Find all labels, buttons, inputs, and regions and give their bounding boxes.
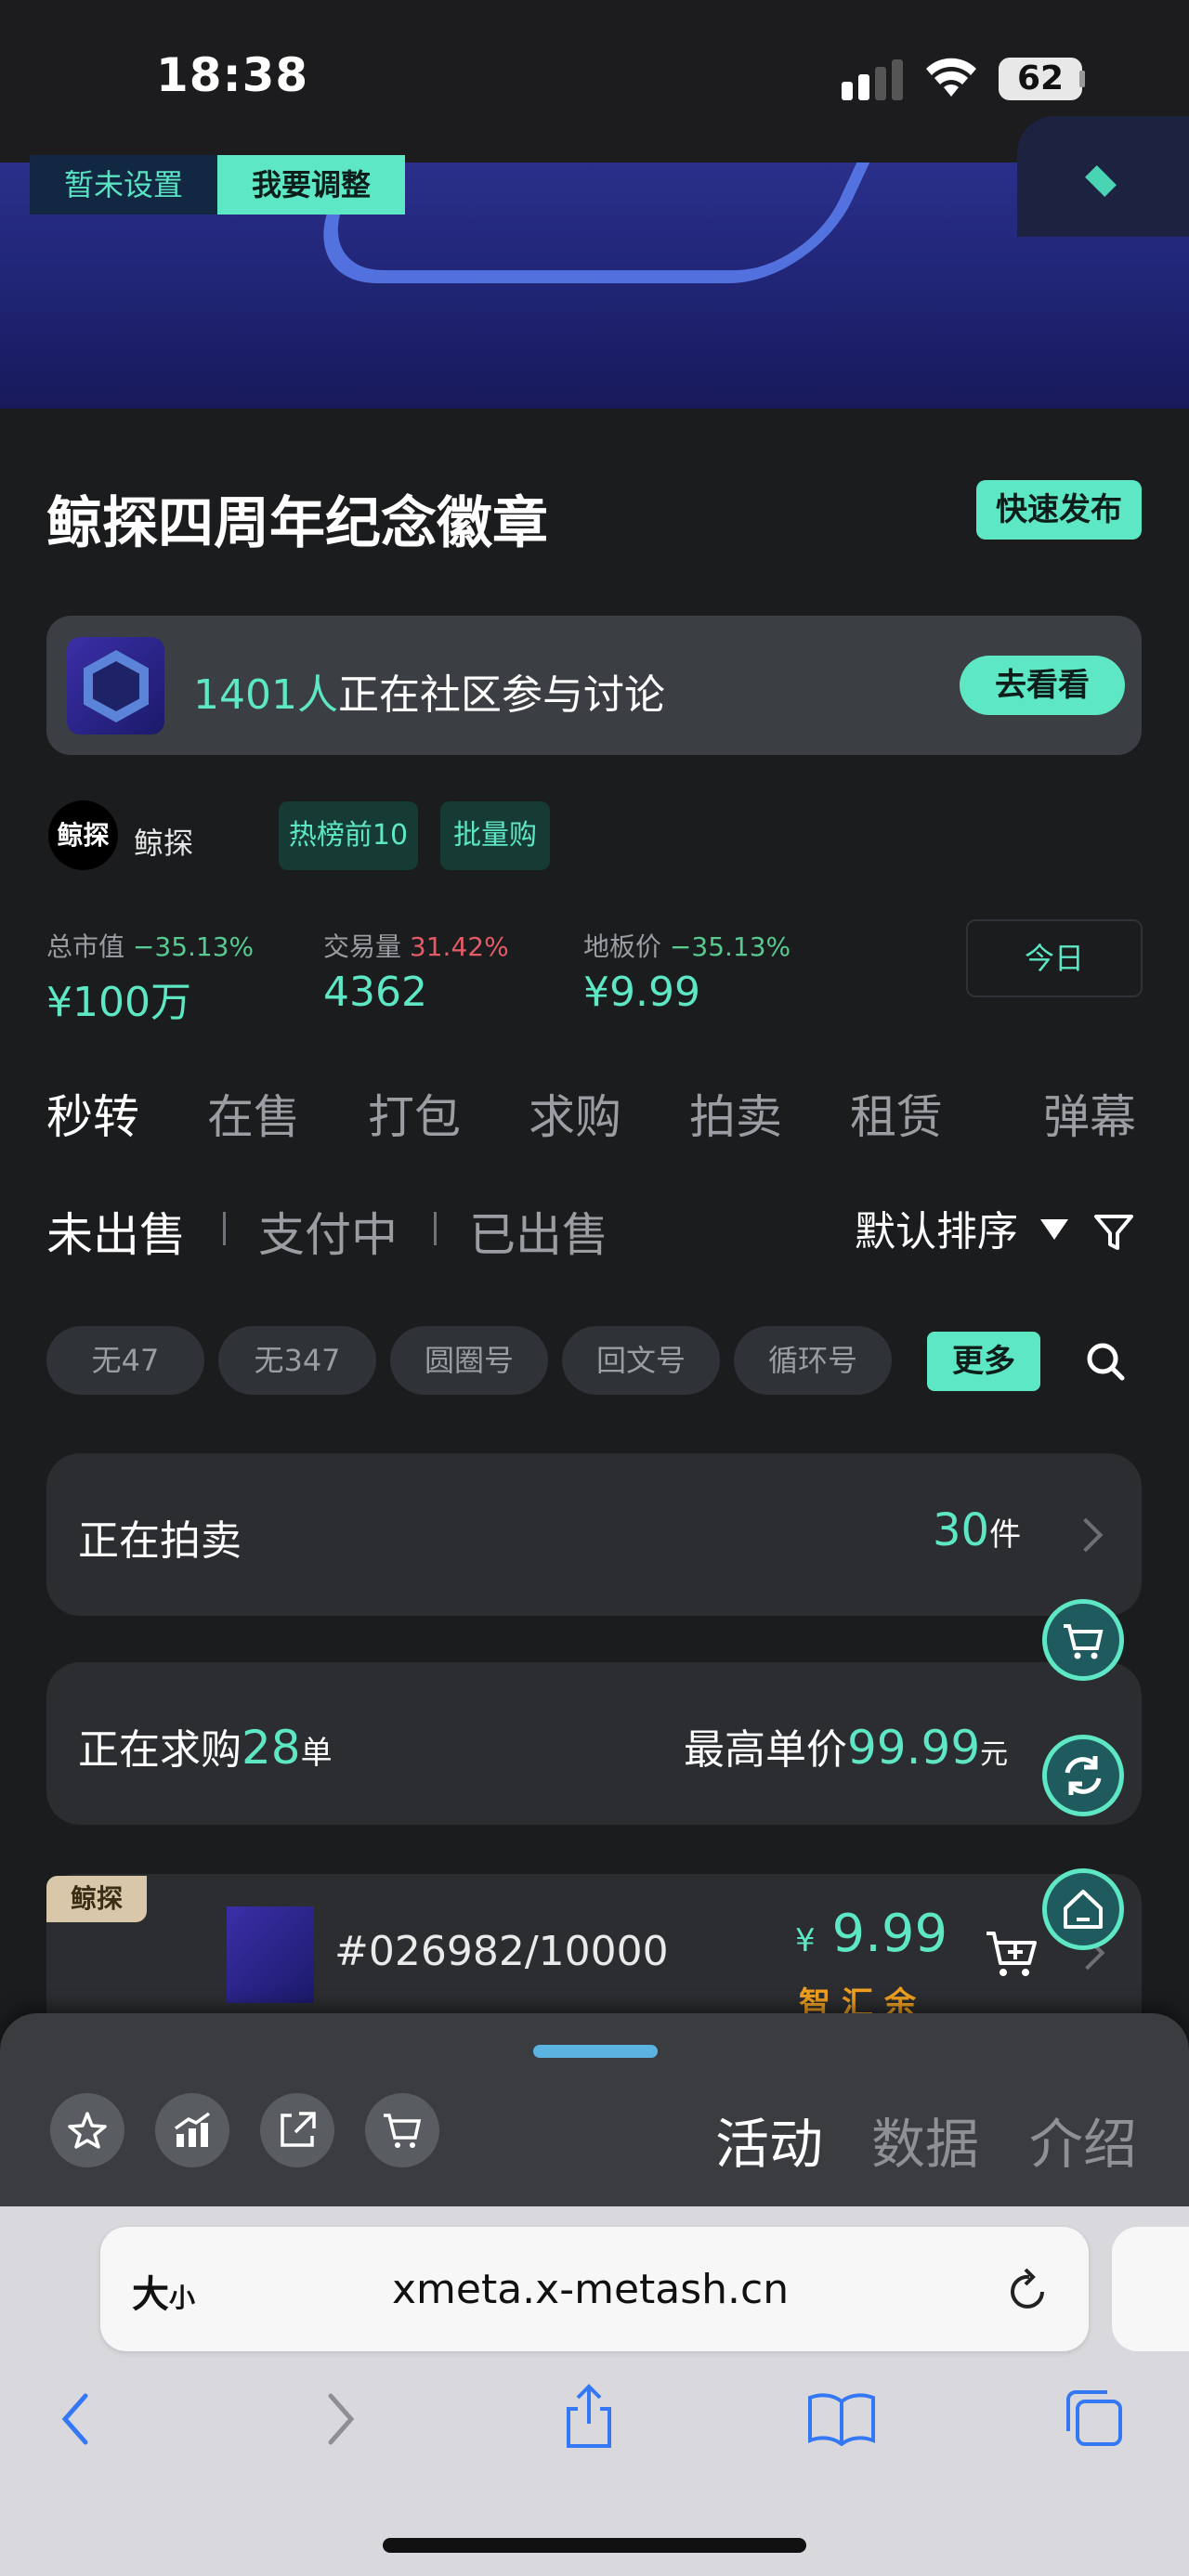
filter-chip[interactable]: 圆圈号 (390, 1326, 548, 1395)
filter-chip[interactable]: 无47 (46, 1326, 204, 1395)
quick-publish-button[interactable]: 快速发布 (976, 480, 1142, 540)
subtab-unsold[interactable]: 未出售 (46, 1198, 186, 1265)
favorite-button[interactable] (50, 2093, 124, 2167)
text-size-button[interactable]: 大小 (132, 2264, 195, 2318)
star-icon (68, 2112, 107, 2149)
tab-instant[interactable]: 秒转 (46, 1080, 139, 1147)
stat-market-cap-value: ¥100万 (46, 979, 191, 1026)
sort-dropdown[interactable]: 默认排序 (855, 1198, 1018, 1257)
back-icon[interactable] (58, 2390, 95, 2448)
tabs-icon[interactable] (1063, 2387, 1126, 2450)
chevron-down-icon (1040, 1219, 1068, 1240)
cart-icon (1064, 1624, 1104, 1659)
more-button[interactable]: 更多 (927, 1332, 1040, 1391)
signal-icon (842, 59, 903, 100)
chart-icon (174, 2112, 211, 2147)
status-time: 18:38 (156, 48, 309, 102)
community-text: 1401人正在社区参与讨论 (193, 661, 665, 721)
go-see-button[interactable]: 去看看 (960, 656, 1125, 715)
filter-chip[interactable]: 无347 (218, 1326, 376, 1395)
filter-chip[interactable]: 回文号 (562, 1326, 720, 1395)
adjust-button[interactable]: 我要调整 (217, 155, 405, 215)
creator-logo[interactable]: 鲸探 (48, 800, 118, 870)
floating-refresh-button[interactable] (1042, 1735, 1124, 1816)
stat-volume-label: 交易量 31.42% (323, 931, 509, 962)
page-title: 鲸探四周年纪念徽章 (46, 491, 548, 556)
wifi-icon (926, 58, 976, 97)
collection-avatar (67, 637, 164, 735)
battery-indicator: 62 (999, 58, 1082, 100)
floating-cart-button[interactable] (1042, 1599, 1124, 1681)
tab-on-sale[interactable]: 在售 (207, 1080, 300, 1147)
subtab-paying[interactable]: 支付中 (258, 1198, 398, 1265)
next-tab-preview[interactable] (1112, 2227, 1189, 2351)
tab-rent[interactable]: 租赁 (850, 1080, 943, 1147)
not-set-button[interactable]: 暂未设置 (30, 155, 217, 215)
search-icon[interactable] (1085, 1341, 1126, 1382)
item-thumbnail (227, 1906, 314, 2003)
battery-tip (1079, 71, 1085, 87)
url-text[interactable]: xmeta.x-metash.cn (392, 2266, 789, 2313)
tag-bulk-buy[interactable]: 批量购 (440, 801, 550, 870)
share-button[interactable] (260, 2093, 334, 2167)
tab-intro[interactable]: 介绍 (1029, 2101, 1137, 2179)
auction-count: 30件 (933, 1504, 1022, 1556)
cart-button[interactable] (365, 2093, 439, 2167)
stat-volume-value: 4362 (323, 969, 427, 1016)
item-price: ¥ 9.99 (795, 1904, 948, 1964)
trend-button[interactable] (155, 2093, 229, 2167)
tab-data[interactable]: 数据 (871, 2101, 979, 2179)
stat-floor-change: −35.13% (669, 931, 791, 962)
auction-label: 正在拍卖 (78, 1517, 242, 1565)
tab-wanted[interactable]: 求购 (529, 1080, 621, 1147)
stat-floor-label: 地板价 −35.13% (583, 931, 791, 962)
tab-activity[interactable]: 活动 (715, 2101, 823, 2179)
divider (434, 1212, 437, 1245)
reload-icon[interactable] (1005, 2264, 1052, 2314)
refresh-icon (1065, 1756, 1102, 1795)
community-count: 1401人 (193, 671, 338, 719)
share-icon (281, 2112, 316, 2147)
tab-bundle[interactable]: 打包 (368, 1080, 461, 1147)
tab-auction[interactable]: 拍卖 (689, 1080, 782, 1147)
creator-name[interactable]: 鲸探 (134, 820, 193, 863)
community-label: 正在社区参与讨论 (337, 671, 665, 719)
home-icon (1064, 1890, 1103, 1929)
wanted-label: 正在求购28单 (78, 1721, 333, 1775)
add-to-cart-icon[interactable] (985, 1930, 1039, 1980)
today-button[interactable]: 今日 (966, 919, 1143, 997)
stat-volume-change: 31.42% (409, 931, 509, 962)
floating-home-button[interactable] (1042, 1868, 1124, 1950)
forward-icon[interactable] (321, 2390, 359, 2448)
stat-market-cap-change: −35.13% (132, 931, 255, 962)
wanted-max-price: 最高单价99.99元 (684, 1721, 1009, 1775)
filter-chip[interactable]: 循环号 (734, 1326, 892, 1395)
home-indicator (383, 2538, 806, 2553)
cart-icon (384, 2114, 422, 2148)
stat-floor-value: ¥9.99 (583, 969, 700, 1016)
filter-icon[interactable] (1092, 1211, 1135, 1254)
item-serial: #026982/10000 (334, 1928, 669, 1975)
subtab-sold[interactable]: 已出售 (469, 1198, 608, 1265)
tab-danmaku[interactable]: 弹幕 (1043, 1080, 1136, 1147)
divider (223, 1212, 226, 1245)
brand-tag: 鲸探 (46, 1876, 147, 1922)
tag-hot-top10[interactable]: 热榜前10 (279, 801, 418, 870)
stat-market-cap-label: 总市值 −35.13% (46, 931, 255, 962)
sheet-drag-handle[interactable] (533, 2045, 658, 2058)
share-sheet-icon[interactable] (561, 2383, 617, 2450)
book-icon[interactable] (806, 2390, 877, 2446)
